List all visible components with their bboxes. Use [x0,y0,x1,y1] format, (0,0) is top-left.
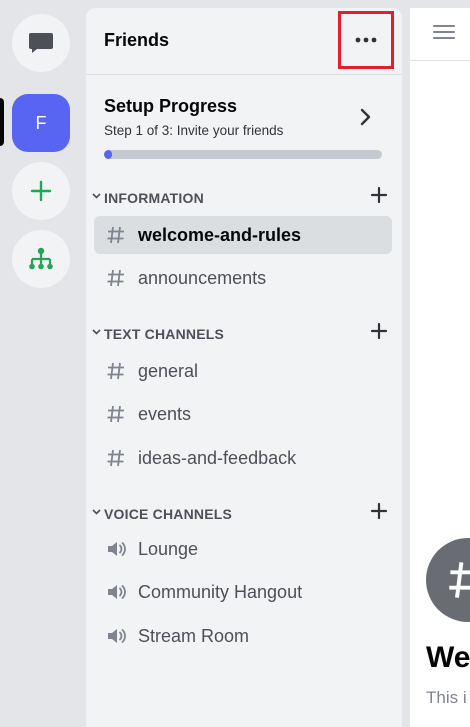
chevron-down-icon [92,193,101,199]
category-label: VOICE CHANNELS [104,506,233,522]
more-options-button[interactable] [338,11,394,69]
category-label: INFORMATION [104,190,204,206]
channel-events[interactable]: events [94,395,392,433]
chevron-down-icon [92,329,101,335]
hierarchy-icon [29,247,53,270]
setup-title: Setup Progress [104,96,238,116]
server-name: Friends [104,30,170,50]
channel-label: general [138,361,199,381]
main-content: Wel This i [410,8,470,727]
voice-channel-stream-room[interactable]: Stream Room [94,617,392,655]
chevron-down-icon [92,509,101,515]
category-text-channels[interactable]: TEXT CHANNELS [90,322,390,346]
chat-bubble-icon [29,33,53,53]
hash-icon [107,362,124,380]
server-rail: F [0,0,84,727]
channel-label: ideas-and-feedback [138,448,297,468]
server-friends[interactable]: F [12,94,70,152]
category-label: TEXT CHANNELS [104,326,225,342]
hash-icon [107,449,124,467]
category-voice-channels[interactable]: VOICE CHANNELS [90,502,390,526]
chevron-right-icon [360,108,371,126]
channel-welcome-icon [426,538,470,622]
channel-label: events [138,404,192,424]
explore-servers-button[interactable] [12,230,70,288]
hamburger-menu-icon[interactable] [433,24,455,40]
hash-icon [107,269,124,287]
speaker-icon [108,585,126,599]
setup-progress-fill [104,150,113,159]
server-header[interactable]: Friends [86,8,402,75]
speaker-icon [108,629,126,643]
channel-ideas-and-feedback[interactable]: ideas-and-feedback [94,439,392,477]
add-channel-icon[interactable] [370,502,388,520]
setup-progress-bar [104,150,382,159]
speaker-icon [108,542,126,556]
channel-label: announcements [138,268,267,288]
welcome-subtitle: This i [426,688,467,707]
channel-welcome-and-rules[interactable]: welcome-and-rules [94,216,392,254]
channel-label: Lounge [138,539,199,559]
channel-panel: Friends Setup Progress Step 1 of 3: Invi… [86,8,402,727]
active-server-pill [0,98,4,146]
channel-label: Stream Room [138,626,250,646]
add-channel-icon[interactable] [370,322,388,340]
setup-subtitle: Step 1 of 3: Invite your friends [104,123,284,138]
voice-channel-lounge[interactable]: Lounge [94,530,392,568]
plus-icon [30,180,52,202]
channel-label: welcome-and-rules [138,225,302,245]
hash-icon [107,405,124,423]
voice-channel-community-hangout[interactable]: Community Hangout [94,573,392,611]
hash-icon [449,562,470,598]
channel-announcements[interactable]: announcements [94,259,392,297]
channel-general[interactable]: general [94,352,392,390]
direct-messages-button[interactable] [12,14,70,72]
welcome-title: Wel [426,641,470,674]
add-channel-icon[interactable] [370,186,388,204]
channel-label: Community Hangout [138,582,303,602]
ellipsis-icon [355,37,377,43]
setup-progress-card[interactable]: Setup Progress Step 1 of 3: Invite your … [104,96,384,162]
category-information[interactable]: INFORMATION [90,186,390,210]
add-server-button[interactable] [12,162,70,220]
server-initial: F [35,112,47,133]
main-topbar [410,8,470,61]
hash-icon [107,226,124,244]
